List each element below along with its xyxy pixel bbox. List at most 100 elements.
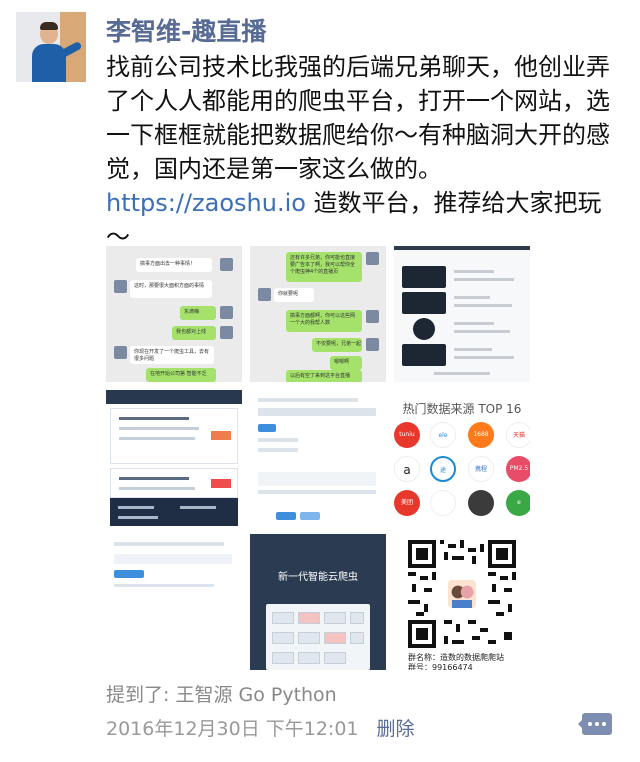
text-line bbox=[454, 330, 510, 333]
post-link[interactable]: https://zaoshu.io bbox=[106, 189, 306, 217]
grid-cell bbox=[272, 612, 294, 624]
status-tag bbox=[211, 479, 231, 488]
chat-avatar bbox=[114, 280, 127, 293]
chat-bubble: 嗯嗯啊 bbox=[330, 356, 362, 370]
timestamp: 2016年12月30日 下午12:01 bbox=[106, 718, 359, 740]
chat-bubble: 在地开始公司第 智能不乏 bbox=[146, 368, 216, 382]
chat-bubble: 还有许多兄弟，你可能也直接要广告本了啊，我可以帮你全个爬虫神4个的直播页 bbox=[286, 252, 362, 282]
chat-avatar bbox=[366, 338, 379, 351]
chat-bubble: 我也都对上线 bbox=[172, 326, 216, 340]
chat-bubble: 以后有空了来到这平台直播 bbox=[286, 370, 362, 382]
grid-cell bbox=[350, 632, 364, 644]
list-row bbox=[402, 266, 522, 288]
chat-bubble: 你现在开发了一个爬虫工具，去有很多问题 bbox=[130, 346, 214, 364]
text-line bbox=[118, 516, 158, 519]
chat-bubble: 东滴嗨 bbox=[180, 306, 216, 320]
image-thumbnail-4[interactable] bbox=[106, 390, 242, 526]
form-row bbox=[258, 448, 298, 452]
submit-button bbox=[276, 512, 296, 520]
source-circle bbox=[430, 490, 456, 516]
app-header-bar bbox=[106, 390, 242, 404]
hot-sources-title: 热门数据来源 TOP 16 bbox=[402, 402, 522, 416]
image-thumbnail-5[interactable] bbox=[250, 390, 386, 526]
chat-bubble: 这时，那要很大面积方面的事情 bbox=[130, 280, 212, 298]
chat-avatar bbox=[258, 288, 271, 301]
image-thumbnail-9[interactable]: 群名称：造数的数据爬爬站 群号：99166474 bbox=[394, 534, 530, 670]
form-row bbox=[114, 584, 214, 587]
data-card bbox=[110, 468, 238, 498]
source-logo bbox=[402, 266, 446, 288]
grid-cell bbox=[272, 652, 294, 664]
form-row bbox=[258, 472, 376, 486]
post-body: 找前公司技术比我强的后端兄弟聊天，他创业弄了个人人都能用的爬虫平台，打开一个网站… bbox=[106, 53, 610, 183]
secondary-button bbox=[300, 512, 320, 520]
chat-bubble: 你就要呢 bbox=[274, 288, 314, 302]
text-line bbox=[180, 506, 216, 509]
cloud-card bbox=[266, 604, 370, 670]
grid-cell bbox=[324, 652, 346, 664]
image-thumbnail-8[interactable]: 新一代智能云爬虫 bbox=[250, 534, 386, 670]
source-circle: 1688 bbox=[468, 422, 494, 448]
tab-button bbox=[114, 570, 144, 578]
text-line bbox=[454, 296, 490, 299]
source-logo bbox=[402, 344, 446, 366]
source-circle: PM2.5 bbox=[506, 456, 530, 482]
data-card bbox=[110, 408, 238, 464]
author-name[interactable]: 李智维-趣直播 bbox=[106, 12, 266, 48]
source-circle: 天猫 bbox=[506, 422, 530, 448]
image-thumbnail-6[interactable]: 热门数据来源 TOP 16 tuniu ele 1688 天猫 a 途 携程 P… bbox=[394, 390, 530, 526]
text-line bbox=[454, 356, 514, 359]
source-logo bbox=[413, 318, 435, 340]
image-thumbnail-1[interactable]: 搞事方面出去一种事情！ 这时，那要很大面积方面的事情 东滴嗨 我也都对上线 你现… bbox=[106, 246, 242, 382]
data-card bbox=[110, 498, 238, 526]
text-line bbox=[119, 437, 195, 440]
image-thumbnail-2[interactable]: 还有许多兄弟，你可能也直接要广告本了啊，我可以帮你全个爬虫神4个的直播页 你就要… bbox=[250, 246, 386, 382]
comment-icon[interactable] bbox=[578, 713, 612, 735]
source-circle bbox=[468, 490, 494, 516]
chat-avatar bbox=[366, 310, 379, 323]
app-header-bar bbox=[394, 246, 530, 250]
source-circle: 携程 bbox=[468, 456, 494, 482]
avatar-hair bbox=[40, 22, 58, 30]
text-line bbox=[434, 372, 490, 375]
text-line bbox=[119, 477, 189, 480]
text-line bbox=[119, 417, 189, 420]
image-thumbnail-7[interactable] bbox=[106, 534, 242, 670]
image-thumbnail-3[interactable] bbox=[394, 246, 530, 382]
text-line bbox=[118, 506, 154, 509]
text-line bbox=[119, 427, 199, 430]
grid-cell bbox=[298, 612, 320, 624]
chat-avatar bbox=[220, 258, 233, 271]
source-circle: 途 bbox=[430, 456, 456, 482]
grid-cell bbox=[298, 632, 320, 644]
qr-group-id: 群号：99166474 bbox=[408, 663, 473, 670]
form-row bbox=[114, 554, 232, 564]
text-line bbox=[454, 278, 514, 281]
chat-avatar bbox=[366, 252, 379, 265]
grid-cell bbox=[350, 612, 364, 624]
chat-bubble: 不仅要呢，兄弟一起 bbox=[312, 338, 362, 352]
source-circle: 美团 bbox=[394, 490, 420, 516]
form-row bbox=[114, 542, 224, 546]
status-tag bbox=[211, 431, 231, 440]
form-row bbox=[258, 408, 376, 416]
delete-button[interactable]: 删除 bbox=[377, 718, 415, 740]
chat-bubble: 搞事方面出去一种事情！ bbox=[136, 258, 212, 272]
form-row bbox=[258, 438, 298, 442]
text-line bbox=[454, 304, 512, 307]
source-circle: a bbox=[394, 456, 420, 482]
form-row bbox=[258, 490, 376, 494]
text-line bbox=[119, 487, 195, 490]
list-row bbox=[402, 292, 522, 314]
source-circle: tuniu bbox=[394, 422, 420, 448]
qr-code bbox=[408, 540, 516, 648]
grid-cell bbox=[298, 652, 320, 664]
list-row bbox=[402, 344, 522, 366]
grid-cell bbox=[324, 632, 346, 644]
text-line bbox=[454, 270, 494, 273]
author-avatar[interactable] bbox=[16, 12, 86, 82]
chat-avatar bbox=[220, 306, 233, 319]
tab-button bbox=[258, 424, 276, 432]
chat-bubble: 搞事方面都啊，你可以这些网一个大的我帮人数 bbox=[286, 310, 362, 332]
text-line bbox=[454, 348, 492, 351]
